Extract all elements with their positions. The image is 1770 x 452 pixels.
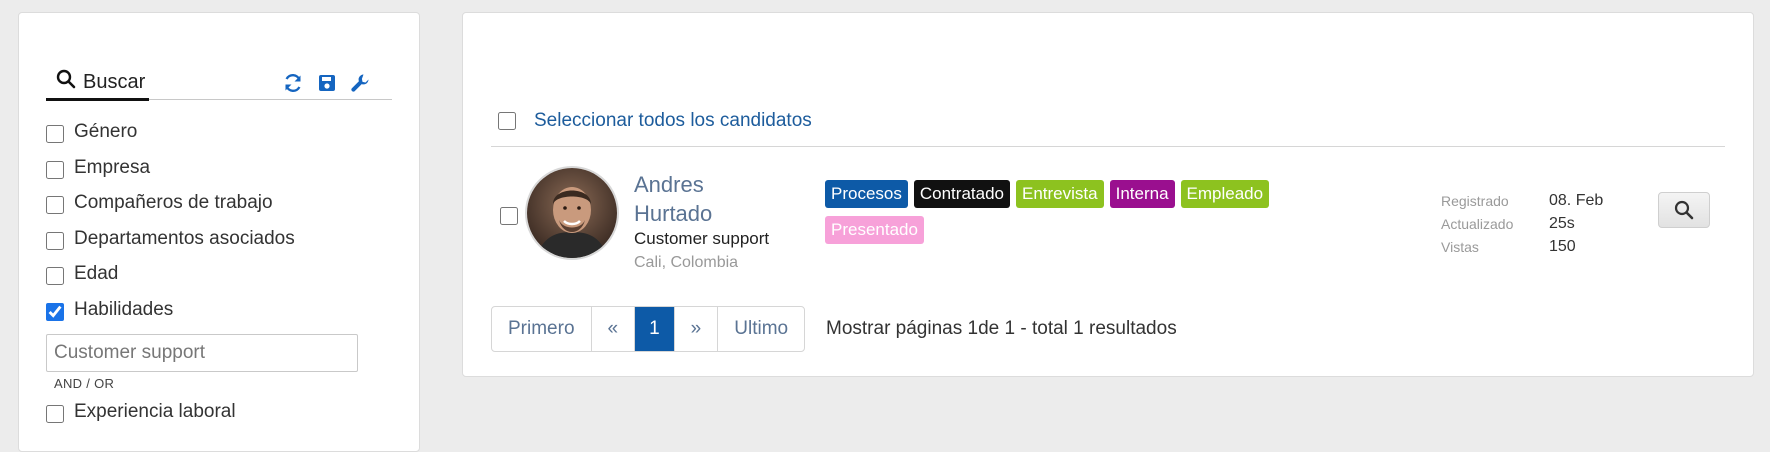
select-all[interactable]: Seleccionar todos los candidatos <box>498 110 812 132</box>
page-current-button[interactable]: 1 <box>635 307 675 351</box>
filter-experiencia[interactable]: Experiencia laboral <box>46 401 406 437</box>
filter-label: Habilidades <box>74 298 174 320</box>
view-candidate-button[interactable] <box>1658 192 1710 228</box>
meta-value: 08. Feb <box>1549 191 1604 209</box>
status-badge: Procesos <box>825 180 908 208</box>
candidate-location: Cali, Colombia <box>634 254 739 271</box>
search-active-underline <box>46 98 149 101</box>
status-badge: Presentado <box>825 216 924 244</box>
filter-empresa-checkbox[interactable] <box>46 160 64 179</box>
page-last-button[interactable]: Ultimo <box>718 307 804 351</box>
pagination: Primero « 1 » Ultimo <box>491 306 806 352</box>
search-label[interactable]: Buscar <box>83 71 145 94</box>
meta-registrado: Registrado 08. Feb <box>1441 189 1603 212</box>
filter-companeros-checkbox[interactable] <box>46 196 64 214</box>
filter-edad-checkbox[interactable] <box>46 267 64 285</box>
filter-list: Género Empresa Compañeros de trabajo Dep… <box>46 121 406 437</box>
status-badge: Empleado <box>1180 180 1270 208</box>
pagination-summary: Mostrar páginas 1de 1 - total 1 resultad… <box>826 318 1177 340</box>
summary-of: de <box>978 318 1005 339</box>
filter-label: Departamentos asociados <box>74 227 295 249</box>
filter-label: Experiencia laboral <box>74 401 236 422</box>
meta-key: Registrado <box>1441 192 1509 209</box>
filter-habilidades[interactable]: Habilidades <box>46 299 406 335</box>
avatar-photo <box>527 168 617 258</box>
filter-edad[interactable]: Edad <box>46 263 406 299</box>
candidate-role: Customer support <box>634 229 770 248</box>
wrench-icon[interactable] <box>349 72 371 94</box>
status-tags: Procesos Contratado Entrevista Interna Emple… <box>825 180 1345 252</box>
filter-genero-checkbox[interactable] <box>46 125 64 143</box>
status-badge: Interna <box>1109 180 1175 208</box>
meta-key: Actualizado <box>1441 215 1514 232</box>
status-badge: Contratado <box>913 180 1010 208</box>
candidate-name[interactable]: Andres Hurtado <box>634 170 754 228</box>
search-icon <box>56 69 76 89</box>
filter-departamentos-checkbox[interactable] <box>46 231 64 250</box>
select-all-label[interactable]: Seleccionar todos los candidatos <box>534 110 812 132</box>
filter-empresa[interactable]: Empresa <box>46 157 406 193</box>
refresh-icon[interactable] <box>282 72 304 94</box>
select-all-checkbox[interactable] <box>498 112 516 130</box>
summary-total: 1 <box>1073 318 1084 339</box>
avatar[interactable] <box>525 166 619 260</box>
candidate-checkbox[interactable] <box>500 207 518 225</box>
filter-label: Edad <box>74 263 119 284</box>
filter-habilidades-checkbox[interactable] <box>46 302 64 321</box>
filter-genero[interactable]: Género <box>46 121 406 157</box>
filter-companeros[interactable]: Compañeros de trabajo <box>46 192 406 228</box>
filter-label: Compañeros de trabajo <box>74 192 273 213</box>
page-first-button[interactable]: Primero <box>492 307 592 351</box>
meta-value: 25s <box>1549 214 1575 232</box>
page-next-button[interactable]: » <box>675 307 719 351</box>
page-prev-button[interactable]: « <box>592 307 636 351</box>
filter-sidebar: Buscar Género Empresa Compañeros de trab… <box>18 12 420 452</box>
divider <box>491 146 1725 147</box>
and-or-toggle[interactable]: AND / OR <box>54 376 406 391</box>
search-icon <box>1674 200 1694 220</box>
summary-total-text: - total <box>1015 318 1074 339</box>
status-badge: Entrevista <box>1016 180 1104 208</box>
summary-page-to: 1 <box>1004 318 1016 339</box>
meta-vistas: Vistas 150 <box>1441 235 1603 258</box>
results-panel: Seleccionar todos los candidatos Andres … <box>462 12 1754 377</box>
save-icon[interactable] <box>316 72 338 94</box>
filter-experiencia-checkbox[interactable] <box>46 405 64 423</box>
meta-actualizado: Actualizado 25s <box>1441 212 1603 235</box>
filter-departamentos[interactable]: Departamentos asociados <box>46 228 406 264</box>
filter-label: Empresa <box>74 156 151 178</box>
candidate-meta: Registrado 08. Feb Actualizado 25s Vista… <box>1441 189 1603 258</box>
summary-results: resultados <box>1083 318 1177 339</box>
filter-label: Género <box>74 121 138 142</box>
meta-value: 150 <box>1549 237 1576 255</box>
meta-key: Vistas <box>1441 238 1479 255</box>
summary-page-from: 1 <box>967 318 979 339</box>
skills-input[interactable] <box>46 334 358 372</box>
summary-prefix: Mostrar páginas <box>826 318 968 339</box>
search-bar[interactable]: Buscar <box>46 57 392 101</box>
